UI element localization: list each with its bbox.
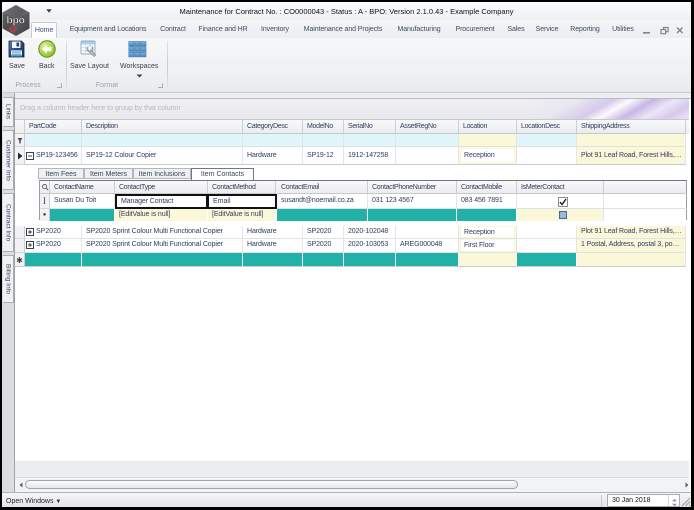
svg-text:bpo: bpo (6, 15, 24, 27)
